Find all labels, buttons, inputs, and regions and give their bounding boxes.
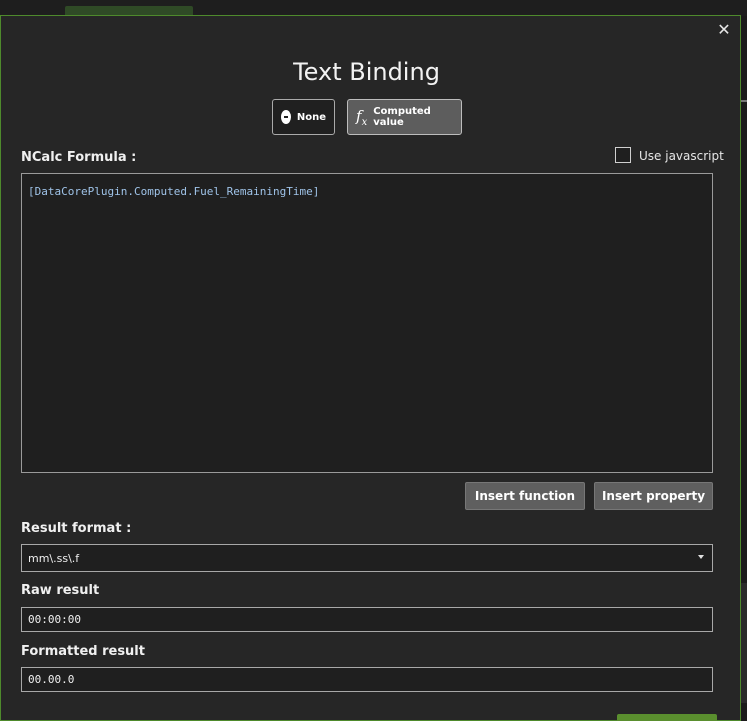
none-icon — [281, 110, 291, 124]
insert-function-button[interactable]: Insert function — [465, 482, 585, 510]
use-javascript-checkbox[interactable] — [615, 147, 631, 163]
background-edge — [741, 100, 747, 102]
close-icon[interactable]: ✕ — [712, 18, 736, 42]
none-mode-button[interactable]: None — [272, 99, 335, 135]
result-format-select[interactable]: mm\.ss\.f — [21, 544, 713, 572]
insert-property-button[interactable]: Insert property — [594, 482, 713, 510]
computed-value-label: Computed value — [373, 106, 431, 128]
formula-label: NCalc Formula : — [21, 150, 137, 165]
use-javascript-label[interactable]: Use javascript — [639, 149, 724, 163]
result-format-value: mm\.ss\.f — [28, 551, 80, 565]
formatted-result-field[interactable]: 00.00.0 — [21, 667, 713, 692]
formula-editor[interactable]: [DataCorePlugin.Computed.Fuel_RemainingT… — [21, 173, 713, 473]
formatted-result-label: Formatted result — [21, 644, 145, 659]
raw-result-label: Raw result — [21, 583, 100, 598]
function-icon: fx — [356, 106, 368, 128]
dialog-title: Text Binding — [293, 58, 440, 86]
formula-text[interactable]: [DataCorePlugin.Computed.Fuel_RemainingT… — [28, 185, 319, 198]
dropdown-caret-icon[interactable] — [698, 555, 704, 559]
formatted-result-value: 00.00.0 — [28, 673, 75, 686]
none-mode-label: None — [296, 111, 326, 123]
computed-value-mode-button[interactable]: fx Computed value — [347, 99, 462, 135]
background-scroll-area — [741, 583, 747, 703]
result-format-label: Result format : — [21, 521, 132, 536]
ok-button[interactable] — [617, 714, 717, 721]
raw-result-value: 00:00:00 — [28, 613, 81, 626]
raw-result-field[interactable]: 00:00:00 — [21, 607, 713, 632]
